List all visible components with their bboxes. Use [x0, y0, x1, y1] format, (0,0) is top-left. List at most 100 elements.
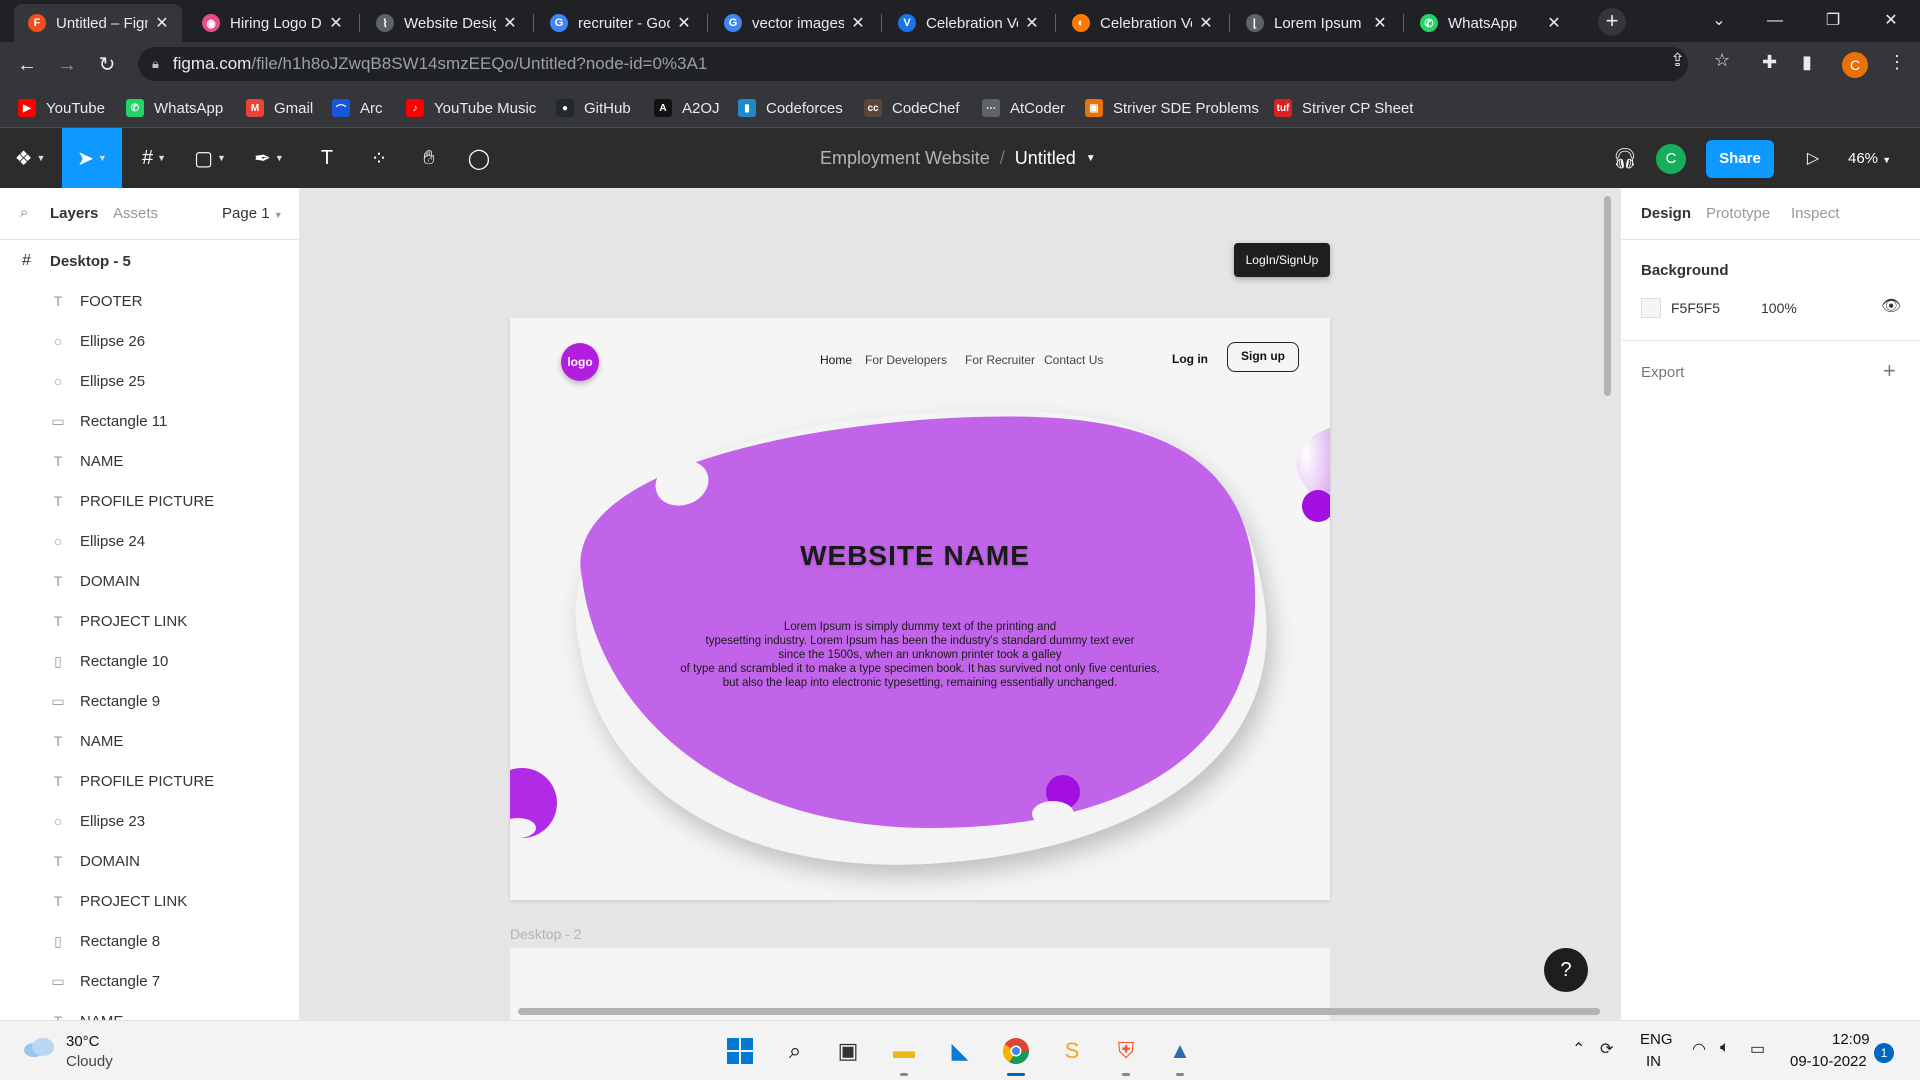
tab-design[interactable]: Design: [1641, 205, 1691, 222]
share-button[interactable]: Share: [1706, 140, 1774, 178]
bookmark-arc[interactable]: ⌒ Arc: [332, 88, 383, 128]
notification-badge[interactable]: 1: [1874, 1043, 1894, 1063]
background-hex-input[interactable]: F5F5F5: [1671, 300, 1720, 316]
bookmark-codechef[interactable]: cc CodeChef: [864, 88, 960, 128]
nav-contact-link[interactable]: Contact Us: [1044, 353, 1103, 367]
comment-tool[interactable]: ◯: [456, 128, 502, 188]
tab-layers[interactable]: Layers: [50, 205, 98, 222]
close-icon[interactable]: ✕: [154, 13, 170, 33]
vscode-icon[interactable]: ◣: [940, 1031, 980, 1071]
audio-headphones-icon[interactable]: 🎧︎: [1610, 144, 1640, 174]
weather-description[interactable]: Cloudy: [66, 1053, 113, 1070]
nav-home-link[interactable]: Home: [820, 353, 852, 367]
close-icon[interactable]: ✕: [328, 13, 344, 33]
help-button[interactable]: ?: [1544, 948, 1588, 992]
cloud-weather-icon[interactable]: [22, 1035, 56, 1059]
layer-row[interactable]: T PROJECT LINK: [0, 606, 299, 636]
region-indicator[interactable]: IN: [1646, 1053, 1661, 1070]
brave-icon[interactable]: ⛨: [1106, 1031, 1146, 1071]
browser-tab[interactable]: Grecruiter - Google ✕: [536, 4, 704, 42]
layer-row[interactable]: ▯ Rectangle 10: [0, 646, 299, 676]
layer-row[interactable]: ▯ Rectangle 8: [0, 926, 299, 956]
clock-time[interactable]: 12:09: [1832, 1031, 1870, 1048]
bookmark-a2oj[interactable]: A A2OJ: [654, 88, 720, 128]
browser-tab[interactable]: Gvector images ✕: [710, 4, 878, 42]
wifi-icon[interactable]: ◠: [1692, 1039, 1706, 1059]
project-name[interactable]: Employment Website: [820, 148, 990, 169]
layer-row[interactable]: T NAME: [0, 1006, 299, 1021]
bookmark-tuf[interactable]: tuf Striver CP Sheet: [1274, 88, 1413, 128]
windows-start-icon[interactable]: [720, 1031, 760, 1071]
close-icon[interactable]: ✕: [1372, 13, 1388, 33]
layer-row[interactable]: ▭ Rectangle 9: [0, 686, 299, 716]
bookmark-youtube-music[interactable]: ♪ YouTube Music: [406, 88, 536, 128]
hand-tool[interactable]: ✋︎: [406, 128, 452, 188]
frame-label-desktop-2[interactable]: Desktop - 2: [510, 926, 582, 942]
battery-icon[interactable]: ▭: [1750, 1039, 1765, 1059]
layer-row[interactable]: ▭ Rectangle 7: [0, 966, 299, 996]
layer-row[interactable]: T DOMAIN: [0, 846, 299, 876]
chevron-down-icon[interactable]: ▼: [1086, 153, 1096, 164]
profile-avatar[interactable]: C: [1842, 52, 1868, 78]
background-color-swatch[interactable]: [1641, 298, 1661, 318]
sublime-text-icon[interactable]: S: [1052, 1031, 1092, 1071]
browser-tab[interactable]: ⌊ Lorem Ipsum ✕: [1232, 4, 1400, 42]
nav-recruiter-link[interactable]: For Recruiter: [965, 353, 1035, 367]
layer-row[interactable]: T PROJECT LINK: [0, 886, 299, 916]
layer-row[interactable]: T NAME: [0, 446, 299, 476]
layer-row[interactable]: ○ Ellipse 26: [0, 326, 299, 356]
file-name[interactable]: Untitled: [1015, 148, 1076, 169]
bookmark-whatsapp[interactable]: ✆ WhatsApp: [126, 88, 223, 128]
task-view-icon[interactable]: ▣: [828, 1031, 868, 1071]
resources-tool[interactable]: ⁘: [356, 128, 402, 188]
forward-button[interactable]: →: [52, 50, 82, 80]
layer-frame-row[interactable]: # Desktop - 5: [0, 246, 299, 276]
vertical-scrollbar[interactable]: [1604, 196, 1611, 396]
export-add-plus-icon[interactable]: +: [1883, 358, 1896, 384]
url-bar[interactable]: 🔒︎ figma.com /file/h1h8oJZwqB8SW14smzEEQ…: [138, 47, 1688, 81]
new-tab-button[interactable]: +: [1598, 8, 1626, 36]
share-page-icon[interactable]: ⇪: [1670, 50, 1685, 71]
bookmark-star-icon[interactable]: ☆: [1714, 50, 1730, 71]
close-icon[interactable]: ✕: [850, 13, 866, 33]
browser-menu-icon[interactable]: ⋮: [1888, 52, 1906, 73]
close-icon[interactable]: ✕: [502, 13, 518, 33]
user-avatar[interactable]: C: [1656, 144, 1686, 174]
browser-tab[interactable]: ⌇ Website Design ✕: [362, 4, 530, 42]
shape-tool[interactable]: ▢ ▼: [186, 128, 234, 188]
layer-row[interactable]: T DOMAIN: [0, 566, 299, 596]
layer-row[interactable]: ○ Ellipse 24: [0, 526, 299, 556]
tab-assets[interactable]: Assets: [113, 205, 158, 222]
bookmark-striver[interactable]: ▣ Striver SDE Problems: [1085, 88, 1259, 128]
figma-canvas[interactable]: LogIn/SignUp logo Home For Developers Fo…: [300, 188, 1620, 1020]
browser-tab[interactable]: ◉ Hiring Logo Designs ✕: [188, 4, 356, 42]
layer-row[interactable]: ○ Ellipse 23: [0, 806, 299, 836]
clock-date[interactable]: 09-10-2022: [1790, 1053, 1867, 1070]
reload-button[interactable]: ↻: [92, 50, 122, 80]
site-logo[interactable]: logo: [561, 343, 599, 381]
browser-tab[interactable]: ◐ Celebration Vector ✕: [1058, 4, 1226, 42]
language-indicator[interactable]: ENG: [1640, 1031, 1673, 1048]
weather-temperature[interactable]: 30°C: [66, 1033, 100, 1050]
layer-row[interactable]: T FOOTER: [0, 286, 299, 316]
horizontal-scrollbar[interactable]: [518, 1008, 1600, 1015]
minimize-button[interactable]: —: [1752, 6, 1798, 36]
bookmark-codeforces[interactable]: ▮ Codeforces: [738, 88, 843, 128]
search-icon[interactable]: ⌕: [20, 204, 28, 221]
layer-row[interactable]: ▭ Rectangle 11: [0, 406, 299, 436]
browser-tab[interactable]: V Celebration Vector ✕: [884, 4, 1052, 42]
layer-row[interactable]: T PROFILE PICTURE: [0, 486, 299, 516]
zoom-dropdown[interactable]: 46% ▼: [1848, 144, 1891, 174]
layer-row[interactable]: T NAME: [0, 726, 299, 756]
close-icon[interactable]: ✕: [1198, 13, 1214, 33]
file-explorer-icon[interactable]: ▬: [884, 1031, 924, 1071]
page-selector[interactable]: Page 1 ▼: [222, 205, 283, 222]
layer-row[interactable]: T PROFILE PICTURE: [0, 766, 299, 796]
desktop-5-frame[interactable]: logo Home For Developers For Recruiter C…: [510, 318, 1330, 900]
side-panel-icon[interactable]: ▮: [1802, 52, 1812, 73]
close-icon[interactable]: ✕: [1546, 13, 1562, 33]
eye-visibility-icon[interactable]: 👁︎: [1881, 296, 1901, 316]
tray-chevron-up-icon[interactable]: ⌃: [1572, 1039, 1585, 1059]
tab-prototype[interactable]: Prototype: [1706, 205, 1770, 222]
figma-main-menu[interactable]: ❖ ▼: [0, 128, 60, 188]
